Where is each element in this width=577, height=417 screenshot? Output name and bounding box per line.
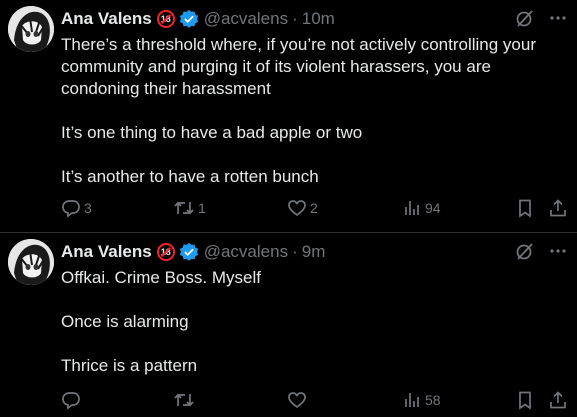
separator-dot: · <box>292 9 298 28</box>
author-name[interactable]: Ana Valens <box>61 242 152 262</box>
like-icon <box>288 392 306 409</box>
tweet-paragraph: It’s one thing to have a bad apple or tw… <box>61 123 363 142</box>
reply-button[interactable]: 3 <box>61 198 92 218</box>
bookmark-button[interactable] <box>515 198 535 218</box>
like-icon <box>288 200 306 217</box>
views-button[interactable]: 94 <box>402 198 441 218</box>
bookmark-icon <box>519 391 531 410</box>
reply-button[interactable] <box>61 390 84 410</box>
avatar[interactable] <box>8 6 54 52</box>
author-name[interactable]: Ana Valens <box>61 9 152 29</box>
tweet-top-actions <box>515 241 567 261</box>
bookmark-icon <box>519 199 531 218</box>
views-icon <box>405 393 419 407</box>
grok-icon[interactable] <box>515 8 535 28</box>
timestamp[interactable]: 10m <box>302 9 335 29</box>
tweet-paragraph: Once is alarming <box>61 312 189 331</box>
age-badge: 18 <box>156 243 175 261</box>
author-handle[interactable]: @acvalens <box>204 9 288 29</box>
like-count: 2 <box>310 200 318 216</box>
verified-icon <box>179 242 198 261</box>
tweet[interactable]: Ana Valens 18 @acvalens · 10m There’s a … <box>0 0 577 233</box>
repost-count: 1 <box>198 200 206 216</box>
like-button[interactable] <box>287 390 310 410</box>
share-icon <box>550 391 566 409</box>
tweet-top-actions <box>515 8 567 28</box>
tweet-paragraph: It’s another to have a rotten bunch <box>61 167 319 186</box>
tweet-paragraph: Thrice is a pattern <box>61 356 198 375</box>
grok-icon[interactable] <box>515 241 535 261</box>
views-count: 94 <box>425 200 441 216</box>
tweet-actions: 58 <box>61 390 571 414</box>
bookmark-button[interactable] <box>515 390 535 410</box>
repost-icon <box>174 393 194 407</box>
more-icon[interactable] <box>549 9 567 27</box>
repost-icon <box>174 201 194 215</box>
reply-count: 3 <box>84 200 92 216</box>
timestamp[interactable]: 9m <box>302 242 326 262</box>
tweet-paragraph: There’s a threshold where, if you’re not… <box>61 35 536 98</box>
tweet-paragraph: Offkai. Crime Boss. Myself <box>61 268 261 287</box>
tweet-text: There’s a threshold where, if you’re not… <box>61 34 566 188</box>
tweet-actions: 3 1 2 94 <box>61 198 571 222</box>
separator-dot: · <box>292 242 298 261</box>
repost-button[interactable] <box>173 390 198 410</box>
share-button[interactable] <box>548 390 568 410</box>
share-icon <box>550 199 566 217</box>
age-badge: 18 <box>156 10 175 28</box>
tweet-header: Ana Valens 18 @acvalens · 9m <box>61 241 325 263</box>
verified-icon <box>179 9 198 28</box>
tweet-text: Offkai. Crime Boss. Myself Once is alarm… <box>61 267 566 377</box>
reply-icon <box>62 392 80 410</box>
avatar[interactable] <box>8 239 54 285</box>
share-button[interactable] <box>548 198 568 218</box>
views-icon <box>405 201 419 215</box>
like-button[interactable]: 2 <box>287 198 318 218</box>
tweet-header: Ana Valens 18 @acvalens · 10m <box>61 8 335 30</box>
reply-icon <box>62 200 80 218</box>
views-button[interactable]: 58 <box>402 390 441 410</box>
more-icon[interactable] <box>549 242 567 260</box>
author-handle[interactable]: @acvalens <box>204 242 288 262</box>
tweet[interactable]: Ana Valens 18 @acvalens · 9m Offkai. Cri… <box>0 233 577 417</box>
views-count: 58 <box>425 392 441 408</box>
repost-button[interactable]: 1 <box>173 198 206 218</box>
